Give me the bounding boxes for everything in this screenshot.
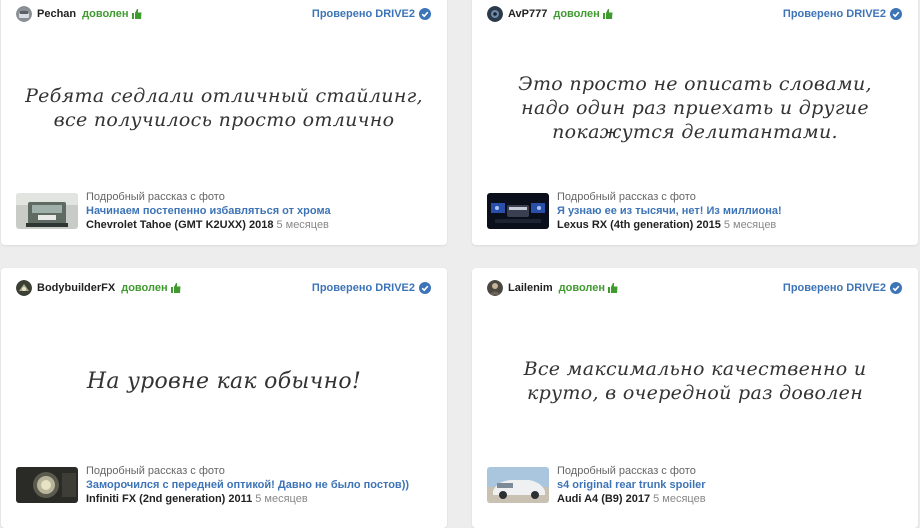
thumbs-up-icon [608, 283, 618, 293]
verified-check-icon [890, 282, 902, 294]
story-title-link[interactable]: Заморочился с передней оптикой! Давно не… [86, 478, 409, 492]
story-label: Подробный рассказ с фото [557, 191, 696, 203]
satisfied-badge: доволен [82, 8, 142, 20]
review-card: Pechan доволен Проверено DRIVE2 Ребята с… [1, 0, 447, 245]
username[interactable]: AvP777 [508, 8, 547, 20]
story-block: Подробный рассказ с фото Я узнаю ее из т… [487, 190, 908, 232]
avatar[interactable] [16, 280, 32, 296]
story-thumbnail[interactable] [16, 193, 78, 229]
thumbs-up-icon [170, 283, 181, 293]
verified-label: Проверено DRIVE2 [782, 8, 886, 20]
story-title-link[interactable]: Я узнаю ее из тысячи, нет! Из миллиона! [557, 204, 782, 218]
verified-badge[interactable]: Проверено DRIVE2 [783, 282, 902, 294]
review-quote: Ребята седлали отличный стайлинг, все по… [25, 85, 423, 131]
story-thumbnail[interactable] [487, 193, 549, 229]
review-card: BodybuilderFX доволен Проверено DRIVE2 Н… [1, 268, 447, 528]
story-block: Подробный рассказ с фото Заморочился с п… [16, 464, 437, 506]
story-age: 5 месяцев [276, 219, 329, 231]
verified-check-icon [419, 282, 431, 294]
review-card: AvP777 доволен Проверено DRIVE2 Это прос… [472, 0, 918, 245]
username[interactable]: BodybuilderFX [37, 282, 115, 294]
story-age: 5 месяцев [255, 493, 308, 505]
story-thumbnail[interactable] [16, 467, 78, 503]
satisfied-badge: доволен [121, 282, 181, 294]
review-header: Lailenim доволен Проверено DRIVE2 [487, 279, 902, 297]
verified-label: Проверено DRIVE2 [782, 282, 886, 294]
story-label: Подробный рассказ с фото [557, 465, 696, 477]
username[interactable]: Lailenim [508, 282, 553, 294]
verified-badge[interactable]: Проверено DRIVE2 [312, 282, 431, 294]
review-header: Pechan доволен Проверено DRIVE2 [16, 5, 431, 23]
verified-badge[interactable]: Проверено DRIVE2 [783, 8, 902, 20]
story-block: Подробный рассказ с фото Начинаем постеп… [16, 190, 437, 232]
username[interactable]: Pechan [37, 8, 76, 20]
status-label: доволен [553, 8, 600, 20]
review-quote: На уровне как обычно! [86, 369, 362, 394]
verified-check-icon [890, 8, 902, 20]
review-header: BodybuilderFX доволен Проверено DRIVE2 [16, 279, 431, 297]
story-block: Подробный рассказ с фото s4 original rea… [487, 464, 908, 506]
avatar[interactable] [487, 6, 503, 22]
story-title-link[interactable]: s4 original rear trunk spoiler [557, 478, 706, 492]
story-label: Подробный рассказ с фото [86, 465, 225, 477]
status-label: доволен [558, 282, 605, 294]
review-card: Lailenim доволен Проверено DRIVE2 Все ма… [472, 268, 918, 528]
story-age: 5 месяцев [723, 219, 777, 231]
verified-badge[interactable]: Проверено DRIVE2 [312, 8, 431, 20]
verified-label: Проверено DRIVE2 [311, 282, 415, 294]
car-model: Audi A4 (B9) 2017 [557, 493, 651, 505]
avatar[interactable] [16, 6, 32, 22]
verified-check-icon [419, 8, 431, 20]
story-title-link[interactable]: Начинаем постепенно избавляться от хрома [86, 204, 331, 218]
thumbs-up-icon [131, 9, 142, 19]
verified-label: Проверено DRIVE2 [311, 8, 415, 20]
review-header: AvP777 доволен Проверено DRIVE2 [487, 5, 902, 23]
thumbs-up-icon [602, 9, 613, 19]
car-model: Lexus RX (4th generation) 2015 [557, 219, 721, 231]
story-thumbnail[interactable] [487, 467, 549, 503]
review-quote: Все максимально качественно и круто, в о… [523, 358, 867, 404]
car-model: Infiniti FX (2nd generation) 2011 [86, 493, 253, 505]
satisfied-badge: доволен [559, 282, 618, 294]
story-label: Подробный рассказ с фото [86, 191, 225, 203]
status-label: доволен [82, 8, 129, 20]
review-quote: Это просто не описать словами, надо один… [518, 73, 872, 143]
satisfied-badge: доволен [553, 8, 613, 20]
status-label: доволен [121, 282, 168, 294]
avatar[interactable] [487, 280, 503, 296]
story-age: 5 месяцев [653, 493, 706, 505]
car-model: Chevrolet Tahoe (GMT K2UXX) 2018 [86, 219, 274, 231]
